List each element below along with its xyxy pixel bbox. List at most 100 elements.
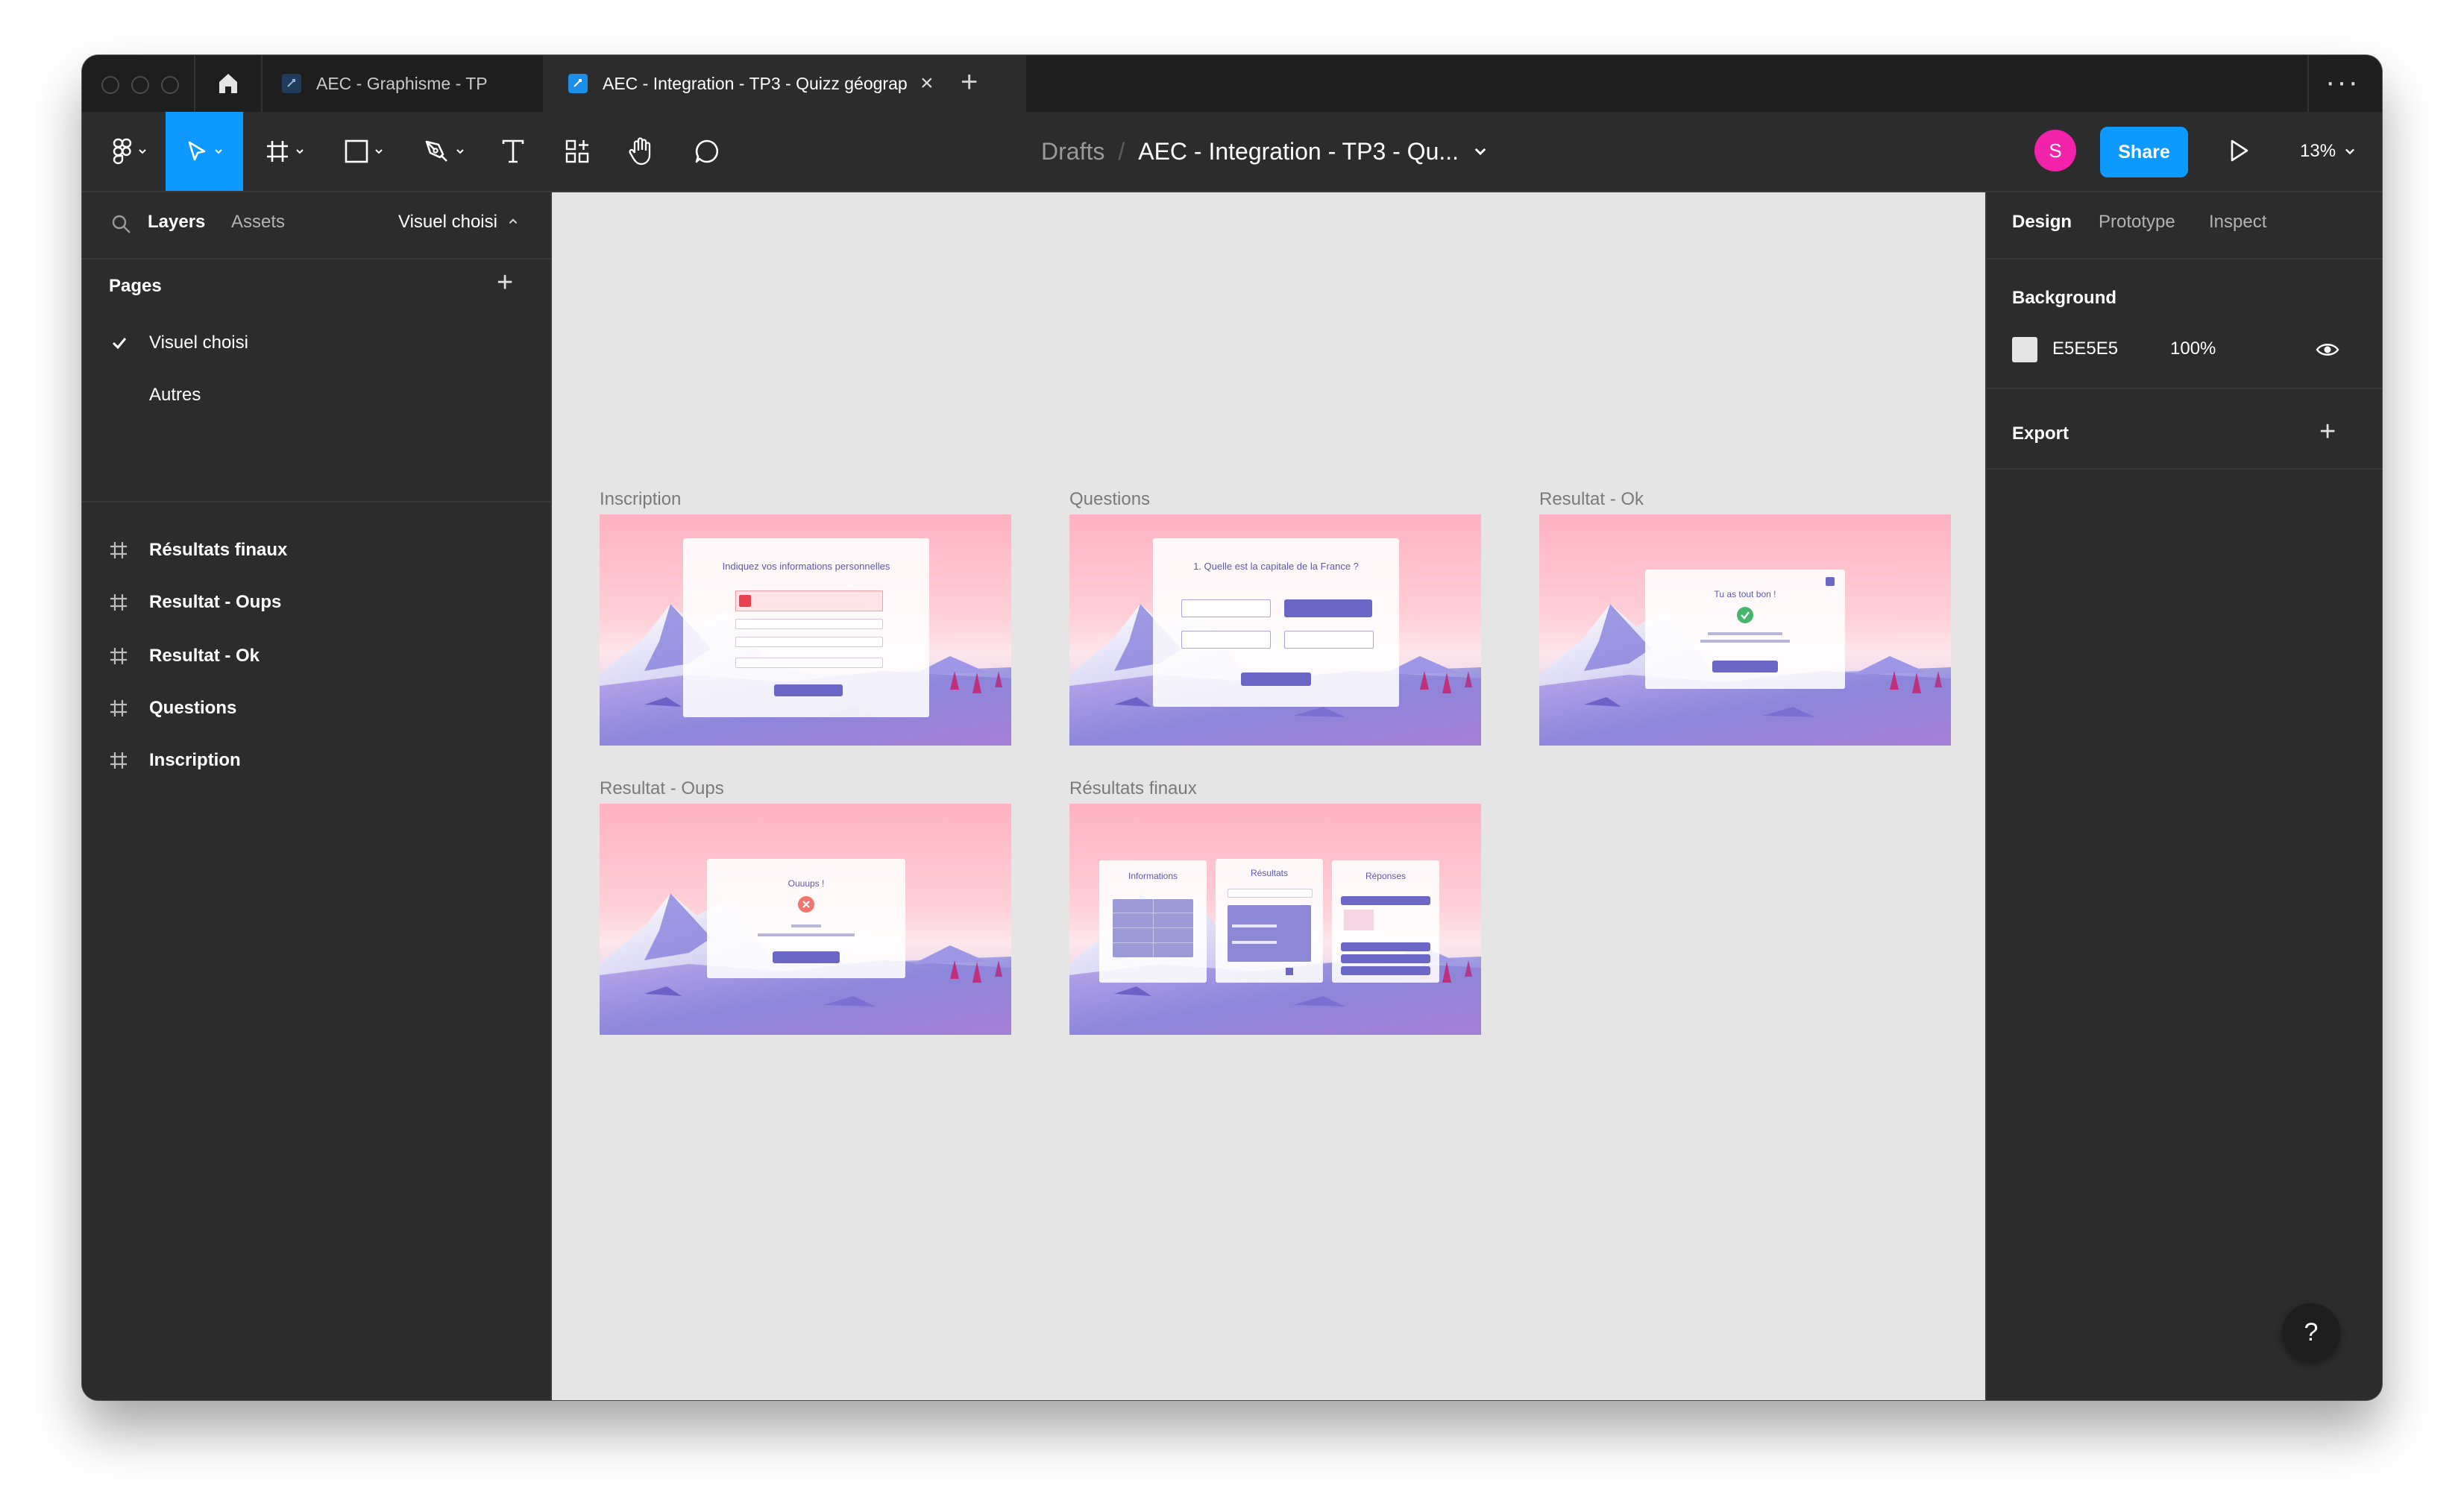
layer-label: Résultats finaux [149, 540, 288, 560]
comment-icon [695, 139, 719, 163]
comment-tool[interactable] [683, 112, 731, 191]
play-icon[interactable] [2225, 137, 2252, 164]
main-menu-button[interactable] [100, 112, 160, 191]
resources-tool[interactable] [553, 112, 601, 191]
layer-label: Inscription [149, 750, 241, 770]
close-icon [1826, 577, 1835, 586]
answer-row [1341, 896, 1430, 905]
continue-button [1712, 661, 1778, 672]
figma-logo-icon [113, 138, 132, 165]
error-message [735, 590, 883, 611]
new-tab-button[interactable]: + [961, 66, 978, 99]
tab-integration[interactable]: AEC - Integration - TP3 - Quizz géograph… [543, 55, 1026, 112]
cursor-icon [188, 141, 206, 161]
layer-item[interactable]: Resultat - Oups [82, 579, 550, 626]
move-tool[interactable] [166, 112, 243, 191]
tab-layers[interactable]: Layers [148, 212, 205, 233]
form-field [735, 637, 883, 647]
canvas[interactable]: Inscription Indiquez vos informations pe… [552, 192, 1985, 1400]
file-title-area: Drafts / AEC - Integration - TP3 - Qu... [1041, 112, 1489, 191]
frame-inscription[interactable]: Indiquez vos informations personnelles [600, 514, 1011, 746]
layer-label: Resultat - Oups [149, 592, 282, 612]
share-button[interactable]: Share [2100, 127, 2188, 177]
frame-questions[interactable]: 1. Quelle est la capitale de la France ? [1069, 514, 1481, 746]
left-panel-header: Layers Assets Visuel choisi [82, 192, 550, 259]
answer-row [1341, 954, 1430, 963]
export-heading: Export [2012, 423, 2069, 444]
more-options-icon[interactable]: ··· [2325, 66, 2360, 99]
frame-label[interactable]: Inscription [600, 489, 681, 510]
chevron-down-icon [2345, 148, 2355, 155]
frame-tool[interactable] [255, 112, 315, 191]
chevron-down-icon[interactable] [1472, 143, 1489, 160]
hand-icon [629, 137, 651, 166]
tab-prototype[interactable]: Prototype [2099, 212, 2175, 233]
file-title[interactable]: AEC - Integration - TP3 - Qu... [1138, 138, 1459, 166]
layer-item[interactable]: Questions [82, 684, 550, 732]
pen-tool[interactable] [415, 112, 474, 191]
layer-item[interactable]: Resultat - Ok [82, 632, 550, 680]
tab-label: AEC - Integration - TP3 - Quizz géograph… [603, 73, 908, 93]
tab-inspect[interactable]: Inspect [2209, 212, 2266, 233]
tab-design[interactable]: Design [2012, 212, 2072, 233]
layer-item[interactable]: Inscription [82, 737, 550, 784]
chevron-down-icon [215, 149, 222, 154]
frame-label[interactable]: Resultat - Oups [600, 778, 724, 799]
background-hex-input[interactable]: E5E5E5 [2052, 338, 2118, 359]
right-panel: Design Prototype Inspect Background E5E5… [1985, 192, 2382, 1400]
form-field [735, 658, 883, 668]
frame-resultat-oups[interactable]: Ouuups ! [600, 804, 1011, 1035]
chevron-down-icon [456, 149, 464, 154]
add-export-button[interactable]: + [2319, 416, 2336, 448]
frame-label[interactable]: Résultats finaux [1069, 778, 1197, 799]
home-icon[interactable] [213, 69, 243, 98]
chevron-down-icon [296, 149, 304, 154]
background-color-swatch[interactable] [2012, 337, 2037, 362]
tab-bar: AEC - Graphisme - TP AEC - Integration -… [82, 55, 2382, 112]
frame-label[interactable]: Resultat - Ok [1539, 489, 1644, 510]
result-card: Ouuups ! [707, 859, 905, 978]
frame-icon [110, 700, 127, 716]
pen-icon [425, 140, 447, 162]
panel-divider [1987, 468, 2382, 470]
text-tool[interactable] [489, 112, 537, 191]
frame-resultats-finaux[interactable]: Informations Résultats Réponses [1069, 804, 1481, 1035]
zoom-control[interactable]: 13% [2300, 112, 2357, 191]
window-minimize-control[interactable] [131, 76, 149, 94]
page-item-autres[interactable]: Autres [82, 371, 550, 419]
window-zoom-control[interactable] [161, 76, 179, 94]
answer-option [1284, 631, 1374, 649]
hand-tool[interactable] [617, 112, 665, 191]
tab-divider [2307, 55, 2309, 112]
search-icon[interactable] [110, 213, 133, 236]
tab-assets[interactable]: Assets [231, 212, 285, 233]
avatar[interactable]: S [2034, 130, 2076, 171]
shape-tool[interactable] [334, 112, 394, 191]
info-table [1113, 899, 1193, 957]
column-title: Informations [1128, 871, 1178, 881]
frame-resultat-ok[interactable]: Tu as tout bon ! [1539, 514, 1951, 746]
tab-graphisme[interactable]: AEC - Graphisme - TP [282, 55, 528, 112]
add-page-button[interactable]: + [497, 267, 513, 299]
form-field [735, 619, 883, 629]
next-step-button [774, 684, 843, 696]
tab-divider [194, 55, 195, 112]
result-card: Tu as tout bon ! [1645, 570, 1845, 689]
error-icon [798, 896, 814, 913]
page-item-visuel-choisi[interactable]: Visuel choisi [82, 319, 550, 367]
results-column: Résultats [1216, 859, 1323, 983]
chevron-down-icon [375, 149, 383, 154]
close-icon[interactable]: × [920, 71, 934, 96]
window-close-control[interactable] [101, 76, 119, 94]
breadcrumb-separator: / [1118, 137, 1125, 165]
eye-icon[interactable] [2315, 338, 2340, 361]
frame-label[interactable]: Questions [1069, 489, 1150, 510]
breadcrumb-drafts[interactable]: Drafts [1041, 138, 1104, 166]
layer-item[interactable]: Résultats finaux [82, 526, 550, 574]
answer-option [1181, 599, 1271, 617]
results-column: Réponses [1332, 860, 1439, 983]
current-page-selector[interactable]: Visuel choisi [398, 212, 519, 233]
column-title: Résultats [1250, 868, 1289, 878]
background-opacity-input[interactable]: 100% [2170, 338, 2216, 359]
help-button[interactable]: ? [2282, 1303, 2340, 1361]
